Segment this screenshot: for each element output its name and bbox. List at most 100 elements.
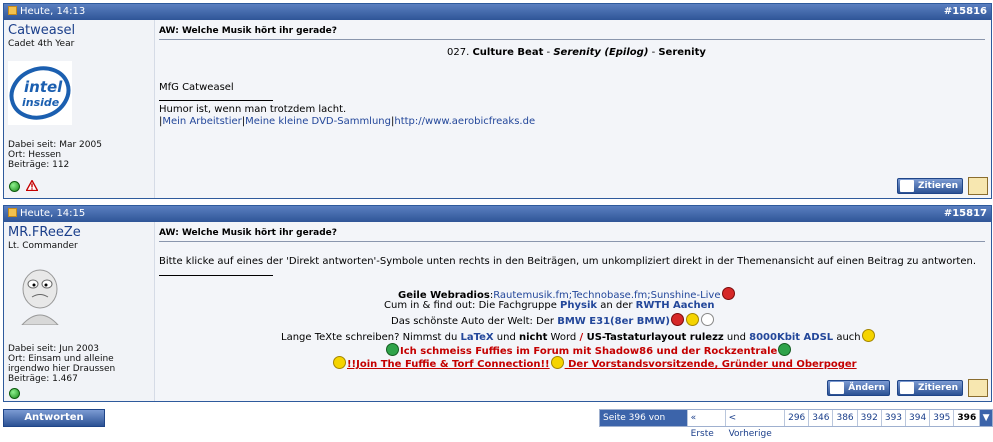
quote-icon <box>899 382 914 394</box>
sig-text-bold: US-Tastaturlayout rulezz <box>583 332 724 343</box>
user-info-panel: Catweasel Cadet 4th Year intel inside Da… <box>4 20 155 198</box>
post-content: AW: Welche Musik hört ihr gerade? Bitte … <box>155 222 991 401</box>
edit-label: Ändern <box>848 383 885 393</box>
quote-icon <box>899 180 914 192</box>
signature-line-webradios: Geile Webradios:Rautemusik.fm;Technobase… <box>398 287 736 301</box>
post-header: Heute, 14:15 #15817 <box>4 206 991 222</box>
post-date: Heute, 14:13 <box>8 4 85 20</box>
post-icon <box>8 208 17 217</box>
signature-line-bmw: Das schönste Auto der Welt: Der BMW E31(… <box>391 313 715 327</box>
signature-line-connection: !!Join The Fuffie & Torf Connection!! De… <box>332 356 857 370</box>
post-15817: Heute, 14:15 #15817 MR.FReeZe Lt. Comman… <box>3 205 992 402</box>
sig-text: Word <box>547 332 580 343</box>
signature-separator <box>159 100 273 101</box>
post-date: Heute, 14:15 <box>8 206 85 222</box>
page-link[interactable]: 346 <box>809 410 834 426</box>
first-page-link[interactable]: « Erste <box>688 410 726 439</box>
post-date-text: Heute, 14:13 <box>20 6 86 17</box>
sig-text: Cum in & find out: Die Fachgruppe <box>384 300 561 311</box>
signature-links: |Mein Arbeitstier|Meine kleine DVD-Samml… <box>159 116 535 127</box>
yellow-smiley-icon <box>333 356 346 369</box>
quote-label: Zitieren <box>917 181 958 191</box>
post-number-link[interactable]: #15817 <box>944 206 987 222</box>
quote-button[interactable]: Zitieren <box>896 380 963 396</box>
adsl-link[interactable]: 8000Kbit ADSL <box>749 332 833 343</box>
quote-button[interactable]: Zitieren <box>896 178 963 194</box>
signature-separator <box>159 275 273 276</box>
connection-link[interactable]: !!Join The Fuffie & Torf Connection!! <box>347 359 550 370</box>
track-number: 027. <box>447 47 470 58</box>
sig-text: Lange TeXte schreiben? Nimmst du <box>281 332 461 343</box>
page-link[interactable]: 296 <box>785 410 810 426</box>
svg-text:intel: intel <box>24 78 63 96</box>
vorstand-text: Der Vorstandsvorsitzende, Gründer und Ob… <box>564 359 857 370</box>
yellow-smiley-icon <box>550 356 564 369</box>
cool-smiley-icon <box>685 313 699 326</box>
rwth-link[interactable]: RWTH Aachen <box>636 300 715 311</box>
signature-line-fuffies: Ich schmeiss Fuffies im Forum mit Shadow… <box>385 343 792 357</box>
page-link[interactable]: 386 <box>833 410 858 426</box>
user-joined: Dabei seit: Jun 2003 <box>8 344 100 354</box>
physik-link[interactable]: Physik <box>560 300 597 311</box>
signature-line-physik: Cum in & find out: Die Fachgruppe Physik… <box>384 300 715 311</box>
alien-smiley-icon <box>778 343 792 356</box>
post-15816: Heute, 14:13 #15816 Catweasel Cadet 4th … <box>3 3 992 199</box>
page-link[interactable]: 395 <box>930 410 955 426</box>
sig-link-dvd[interactable]: Meine kleine DVD-Sammlung <box>245 116 391 127</box>
signature-quote: Humor ist, wenn man trotzdem lacht. <box>159 104 347 115</box>
chevron-down-icon[interactable]: ▼ <box>980 410 992 426</box>
post-date-text: Heute, 14:15 <box>20 208 86 219</box>
dash: - <box>648 47 659 58</box>
user-rank: Cadet 4th Year <box>8 39 75 49</box>
signature-line-latex: Lange TeXte schreiben? Nimmst du LaTeX u… <box>281 329 876 343</box>
quote-label: Zitieren <box>917 383 958 393</box>
angel-smiley-icon <box>700 313 714 326</box>
sig-text: an der <box>597 300 636 311</box>
page-link[interactable]: 392 <box>858 410 882 426</box>
sig-link-aerobicfreaks[interactable]: http://www.aerobicfreaks.de <box>394 116 535 127</box>
pagination: Seite 396 von 396 « Erste < Vorherige 29… <box>599 409 993 439</box>
online-status-icon <box>9 181 20 192</box>
bmw-link[interactable]: BMW E31(8er BMW) <box>557 316 670 327</box>
grin-smiley-icon <box>861 329 875 342</box>
reply-button[interactable]: Antworten <box>3 409 105 427</box>
track-title: Serenity <box>658 47 706 58</box>
page-info[interactable]: Seite 396 von 396 <box>600 410 688 439</box>
sig-text: Das schönste Auto der Welt: Der <box>391 316 558 327</box>
reply-label: Antworten <box>24 412 84 423</box>
user-location-line1: Ort: Einsam und alleine <box>8 354 114 364</box>
love-smiley-icon <box>670 313 684 326</box>
sig-text-bold: nicht <box>519 332 548 343</box>
user-joined: Dabei seit: Mar 2005 <box>8 140 102 150</box>
edit-button[interactable]: Ändern <box>827 380 890 396</box>
user-post-count: Beiträge: 1.467 <box>8 374 78 384</box>
sig-text: auch <box>833 332 861 343</box>
sig-text: und <box>493 332 519 343</box>
now-playing: 027. Culture Beat - Serenity (Epilog) - … <box>447 47 706 58</box>
svg-text:inside: inside <box>22 96 60 109</box>
current-page: 396 <box>954 410 981 426</box>
quick-reply-icon[interactable] <box>968 177 988 195</box>
page-link[interactable]: 394 <box>906 410 931 426</box>
post-subject: AW: Welche Musik hört ihr gerade? <box>159 228 985 242</box>
page-link[interactable]: 393 <box>882 410 907 426</box>
alien-smiley-icon <box>386 343 399 356</box>
post-text: Bitte klicke auf eines der 'Direkt antwo… <box>159 256 977 267</box>
post-content: AW: Welche Musik hört ihr gerade? 027. C… <box>155 20 991 198</box>
avatar: intel inside <box>8 61 72 125</box>
latex-link[interactable]: LaTeX <box>461 332 494 343</box>
username-link[interactable]: MR.FReeZe <box>8 225 81 240</box>
edit-icon <box>830 382 845 394</box>
sig-link-arbeitstier[interactable]: Mein Arbeitstier <box>162 116 241 127</box>
avatar <box>21 269 59 325</box>
devil-smiley-icon <box>721 287 735 300</box>
username-link[interactable]: Catweasel <box>8 23 75 38</box>
quick-reply-icon[interactable] <box>968 379 988 397</box>
prev-page-link[interactable]: < Vorherige <box>726 410 786 439</box>
user-location: Ort: Hessen <box>8 150 62 160</box>
dash: - <box>543 47 554 58</box>
online-status-icon <box>9 388 20 399</box>
report-post-icon[interactable] <box>26 180 38 191</box>
user-rank: Lt. Commander <box>8 241 78 251</box>
post-number-link[interactable]: #15816 <box>944 4 987 20</box>
